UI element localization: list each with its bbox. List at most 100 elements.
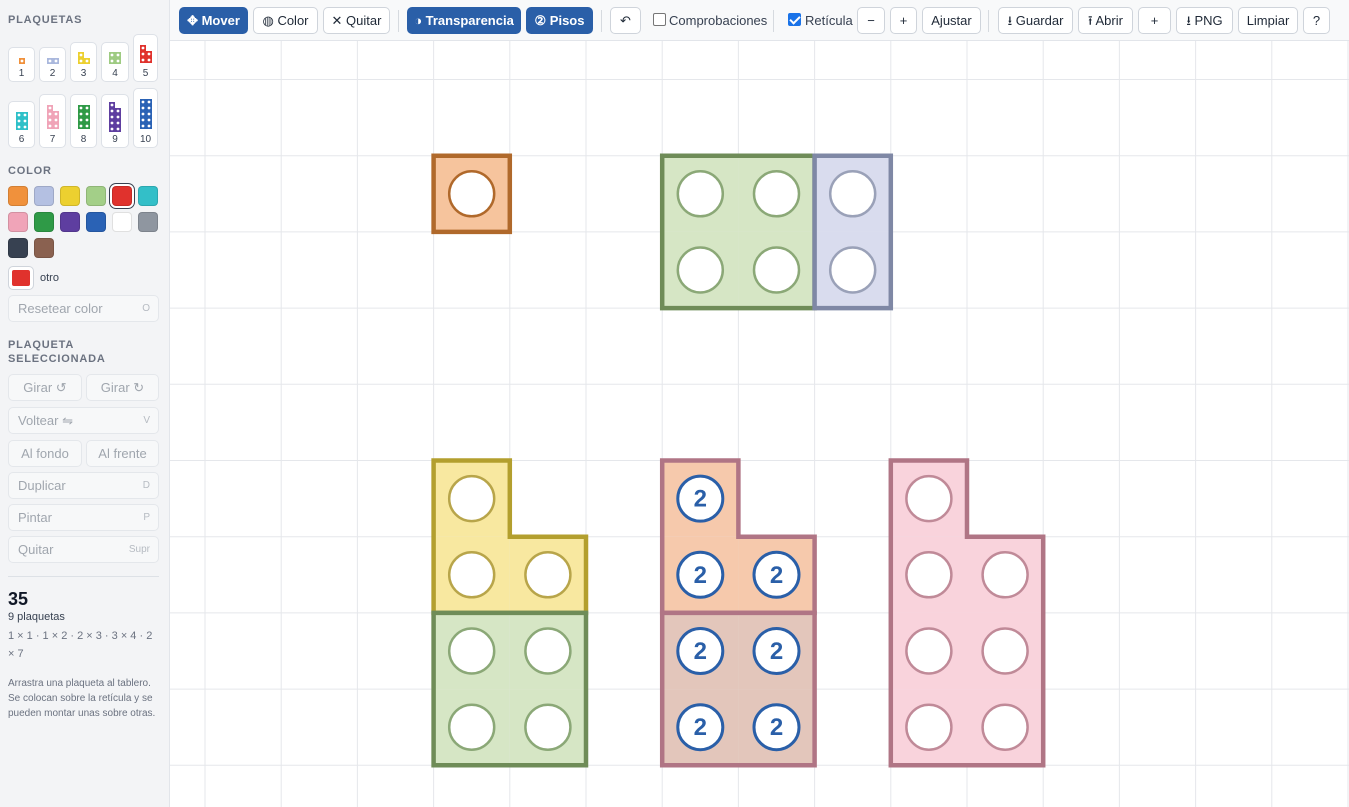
checks-checkbox[interactable] [653, 13, 666, 26]
bring-to-front-button[interactable]: Al frente [86, 440, 159, 467]
send-to-back-button[interactable]: Al fondo [8, 440, 82, 467]
board-canvas[interactable]: 2 2 2 2 2 2 2 [170, 41, 1349, 807]
piece-button-3[interactable]: 3 [70, 42, 97, 82]
flip-label: Voltear ⇋ [18, 413, 73, 428]
piece-button-5[interactable]: 5 [133, 34, 158, 82]
help-text: Arrastra una plaqueta al tablero. Se col… [8, 678, 156, 719]
piece-number: 9 [112, 134, 118, 145]
reset-color-button[interactable]: Resetear color O [8, 295, 159, 322]
color-swatch-charcoal[interactable] [8, 238, 28, 258]
clear-button[interactable]: Limpiar [1238, 7, 1298, 34]
toolbar: ✥ Mover ◍ Color ✕ Quitar ◑ Transparencia… [170, 0, 1349, 41]
stud-hole [752, 170, 801, 218]
color-swatch-white[interactable] [112, 212, 132, 232]
stud-hole [676, 170, 725, 218]
piece-1x1-orange[interactable] [431, 153, 513, 235]
piece-button-8[interactable]: 8 [70, 94, 97, 148]
zoom-out-button[interactable]: − [857, 7, 885, 34]
floor-level-label: 2 [694, 714, 707, 741]
piece-button-1[interactable]: 1 [8, 47, 35, 82]
grid-label: Retícula [805, 13, 853, 28]
piece-number: 2 [49, 68, 56, 79]
total-count: 35 [8, 589, 29, 609]
piece-9-icon [109, 102, 121, 132]
color-swatch-purple[interactable] [60, 212, 80, 232]
undo-button[interactable]: ↶ [610, 7, 641, 34]
reset-color-shortcut: O [142, 303, 150, 314]
color-swatch-brown[interactable] [34, 238, 54, 258]
piece-number: 8 [80, 134, 87, 145]
duplicate-button[interactable]: Duplicar D [8, 472, 159, 499]
duplicate-label: Duplicar [18, 478, 66, 493]
piece-1x2-blue[interactable] [812, 153, 894, 311]
piece-number: 5 [142, 68, 149, 79]
flip-shortcut: V [143, 415, 150, 426]
remove-piece-shortcut: Supr [128, 544, 150, 555]
checks-label: Comprobaciones [669, 13, 768, 28]
piece-2x2-brown-floor2[interactable]: 2 2 2 2 [659, 610, 817, 768]
color-swatch-pink[interactable] [8, 212, 28, 232]
zoom-in-button[interactable]: + [890, 7, 917, 34]
color-swatch-blue[interactable] [86, 212, 106, 232]
piece-3-icon [77, 52, 90, 64]
floor-level-label: 2 [694, 562, 707, 589]
color-mode-button[interactable]: ◍ Color [253, 7, 318, 34]
piece-button-6[interactable]: 6 [8, 101, 35, 148]
color-swatch-yellow[interactable] [60, 186, 80, 206]
paint-shortcut: P [143, 512, 150, 523]
piece-button-10[interactable]: 10 [133, 88, 158, 148]
color-swatch-green[interactable] [34, 212, 54, 232]
piece-10-icon [139, 99, 152, 129]
color-swatch-red[interactable] [112, 186, 132, 206]
piece-7-pink[interactable] [888, 458, 1046, 768]
paint-button[interactable]: Pintar P [8, 504, 159, 531]
stud-hole [447, 703, 496, 751]
stud-hole [981, 703, 1029, 751]
piece-button-7[interactable]: 7 [39, 94, 66, 148]
floors-toggle[interactable]: ② Pisos [526, 7, 593, 34]
help-button[interactable]: ? [1303, 7, 1330, 34]
remove-piece-button[interactable]: Quitar Supr [8, 536, 159, 563]
piece-number: 7 [49, 134, 56, 145]
transparency-toggle[interactable]: ◑ Transparencia [407, 7, 521, 34]
color-swatch-gray[interactable] [138, 212, 158, 232]
flip-button[interactable]: Voltear ⇋ V [8, 407, 159, 434]
stud-hole [676, 246, 725, 294]
piece-2-icon [46, 57, 59, 64]
piece-number: 1 [18, 68, 25, 79]
piece-2x2-green[interactable] [659, 153, 817, 311]
sidebar-divider [8, 576, 159, 577]
rotate-right-button[interactable]: Girar ↻ [86, 374, 159, 401]
piece-5-icon [139, 45, 152, 63]
piece-button-4[interactable]: 4 [101, 42, 129, 82]
piece-2x2-green-lower[interactable] [431, 610, 589, 768]
toolbar-separator [773, 10, 774, 32]
piece-3-orange-floor2[interactable]: 2 2 2 [659, 458, 817, 616]
piece-button-9[interactable]: 9 [101, 94, 129, 148]
floor-level-label: 2 [770, 714, 783, 741]
remove-mode-button[interactable]: ✕ Quitar [323, 7, 390, 34]
add-button[interactable]: + [1138, 7, 1171, 34]
floor-level-label: 2 [694, 638, 707, 665]
piece-3-yellow[interactable] [431, 458, 589, 616]
move-mode-button[interactable]: ✥ Mover [179, 7, 248, 34]
color-swatch-cyan[interactable] [138, 186, 158, 206]
stud-hole [981, 627, 1029, 675]
color-swatch-light-blue[interactable] [34, 186, 54, 206]
color-swatch-orange[interactable] [8, 186, 28, 206]
stud-hole [905, 627, 953, 675]
color-swatch-light-green[interactable] [86, 186, 106, 206]
grid-checkbox[interactable] [788, 13, 801, 26]
open-button[interactable]: ⭱ Abrir [1078, 7, 1133, 34]
reset-color-label: Resetear color [18, 301, 103, 316]
plaquetas-heading: PLAQUETAS [8, 14, 83, 26]
piece-button-2[interactable]: 2 [39, 47, 66, 82]
stud-hole [905, 551, 953, 599]
custom-color-picker[interactable] [8, 266, 34, 290]
save-button[interactable]: ⭳ Guardar [998, 7, 1073, 34]
piece-number: 4 [112, 68, 118, 79]
export-png-button[interactable]: ⭳ PNG [1176, 7, 1233, 34]
rotate-left-button[interactable]: Girar ↺ [8, 374, 82, 401]
piece-4-icon [109, 52, 121, 64]
fit-view-button[interactable]: Ajustar [922, 7, 981, 34]
